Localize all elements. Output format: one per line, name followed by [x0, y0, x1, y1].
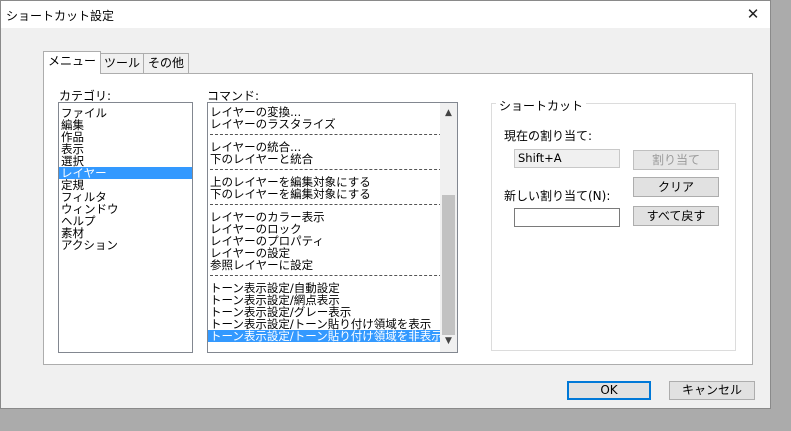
command-item[interactable]: レイヤーのラスタライズ [208, 118, 440, 130]
shortcut-group-label: ショートカット [496, 97, 587, 114]
ok-button[interactable]: OK [567, 381, 651, 400]
assign-button[interactable]: 割り当て [633, 150, 719, 170]
command-items: レイヤーの変換... レイヤーのラスタライズ レイヤーの統合... 下のレイヤーと統合… [208, 106, 457, 342]
new-assignment-input[interactable] [514, 208, 620, 227]
category-list[interactable]: ファイル 編集 作品 表示 選択 レイヤー 定規 フィルタ ウィンドウ ヘルプ 素材 アクション [58, 102, 193, 353]
close-icon[interactable]: ✕ [740, 3, 766, 25]
command-item[interactable]: 下のレイヤーを編集対象にする [208, 188, 440, 200]
tab-menu[interactable]: メニュー [43, 51, 101, 74]
command-separator [210, 169, 452, 171]
scroll-down-icon[interactable]: ▼ [440, 333, 457, 350]
scroll-thumb[interactable] [442, 195, 455, 335]
command-item[interactable]: 参照レイヤーに設定 [208, 259, 440, 271]
command-item[interactable]: トーン表示設定/トーン貼り付け領域を非表示 [208, 330, 457, 342]
tab-other[interactable]: その他 [143, 53, 189, 73]
command-separator [210, 204, 452, 206]
clear-button[interactable]: クリア [633, 177, 719, 197]
command-item[interactable]: 下のレイヤーと統合 [208, 153, 440, 165]
command-scrollbar[interactable]: ▲ ▼ [440, 103, 457, 352]
category-item[interactable]: アクション [59, 239, 192, 251]
tab-tool[interactable]: ツール [99, 53, 145, 73]
restore-all-button[interactable]: すべて戻す [633, 206, 719, 226]
new-assignment-label: 新しい割り当て(N): [504, 189, 611, 203]
scroll-up-icon[interactable]: ▲ [440, 105, 457, 122]
cancel-button[interactable]: キャンセル [669, 381, 755, 400]
shortcut-settings-dialog: ショートカット設定 ✕ メニュー ツール その他 カテゴリ: ファイル 編集 作品表… [0, 0, 771, 409]
command-separator [210, 134, 452, 136]
current-assignment-label: 現在の割り当て: [504, 129, 593, 143]
title-bar: ショートカット設定 ✕ [1, 1, 770, 28]
current-assignment-field: Shift+A [514, 149, 620, 168]
command-list[interactable]: レイヤーの変換... レイヤーのラスタライズ レイヤーの統合... 下のレイヤーと統合… [207, 102, 458, 353]
command-separator [210, 275, 452, 277]
window-title: ショートカット設定 [6, 9, 115, 23]
